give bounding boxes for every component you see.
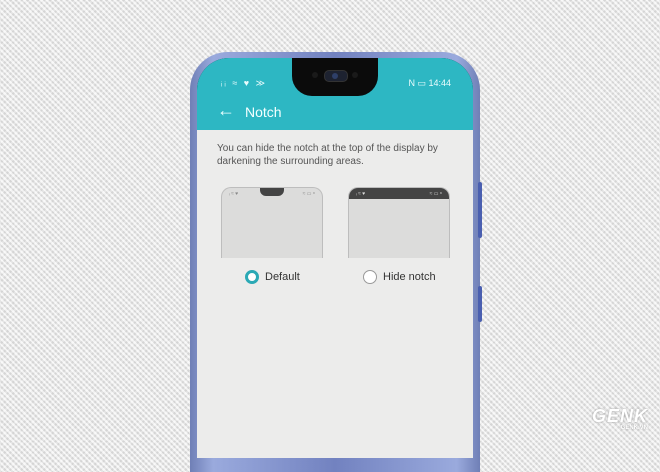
preview-hide-notch[interactable]: ᵢ ≈ ♥ ≈ ▭ ⁸ <box>348 187 450 258</box>
preview-default[interactable]: ᵢ ≈ ♥ ≈ ▭ ⁸ <box>221 187 323 258</box>
preview-notch <box>260 188 284 196</box>
watermark-brand: GENK <box>591 406 648 426</box>
display-notch <box>292 58 378 96</box>
status-icons-right: N ▭ 14:44 <box>408 78 451 88</box>
option-hide-notch[interactable]: Hide notch <box>363 270 436 284</box>
preview-right-icons-dark: ≈ ▭ ⁸ <box>429 191 442 197</box>
status-icons-left: ᵢᵢ ≈ ♥ ≫ <box>221 78 268 88</box>
phone-screen: ᵢᵢ ≈ ♥ ≫ N ▭ 14:44 ← Notch You can hide … <box>197 58 473 458</box>
page-title: Notch <box>245 104 282 120</box>
proximity-sensor-icon <box>352 72 358 78</box>
preview-right-icons: ≈ ▭ ⁸ <box>302 191 315 197</box>
option-hide-notch-label: Hide notch <box>383 271 436 283</box>
radio-selected-icon[interactable] <box>245 270 259 284</box>
power-button <box>478 286 482 322</box>
preview-left-icons: ᵢ ≈ ♥ <box>229 191 239 197</box>
preview-dark-status-bar: ᵢ ≈ ♥ ≈ ▭ ⁸ <box>349 188 449 199</box>
sensor-icon <box>312 72 318 78</box>
genk-watermark-logo: GENK GENK.VN <box>592 406 648 431</box>
description-text: You can hide the notch at the top of the… <box>217 143 438 167</box>
back-arrow-icon[interactable]: ← <box>217 100 235 121</box>
option-default-label: Default <box>265 271 300 283</box>
preview-left-icons-dark: ᵢ ≈ ♥ <box>356 191 366 197</box>
option-default[interactable]: Default <box>245 270 300 284</box>
radio-unselected-icon[interactable] <box>363 270 377 284</box>
settings-content: You can hide the notch at the top of the… <box>197 130 473 458</box>
camera-icon <box>324 70 348 82</box>
volume-button <box>478 182 482 238</box>
app-bar: ← Notch <box>197 96 473 130</box>
